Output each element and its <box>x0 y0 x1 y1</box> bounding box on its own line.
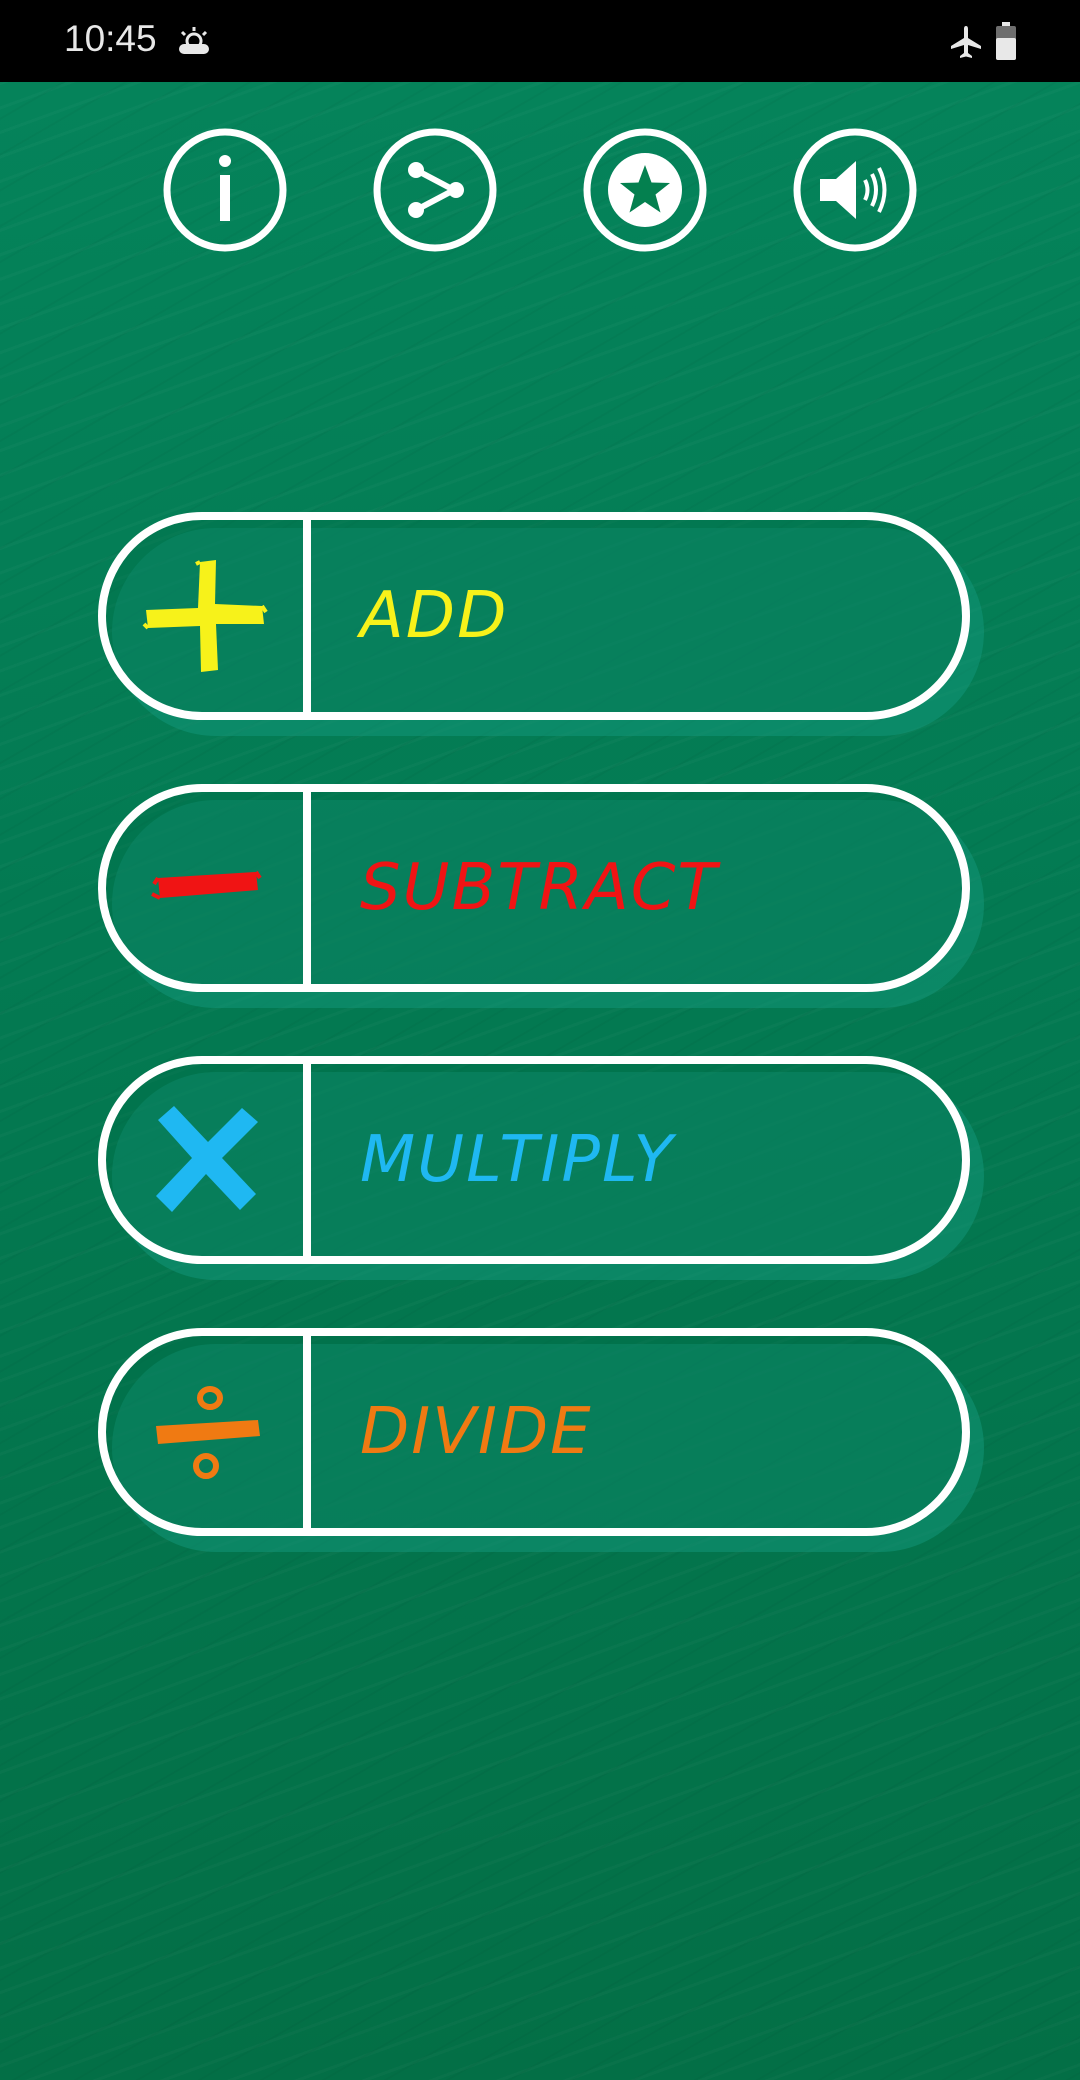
divide-icon <box>138 1362 278 1502</box>
multiply-button[interactable]: MULTIPLY <box>98 1056 984 1280</box>
button-divider <box>303 1056 311 1264</box>
multiply-icon <box>138 1090 278 1230</box>
plus-icon <box>138 546 278 686</box>
button-divider <box>303 1328 311 1536</box>
info-icon <box>163 128 287 252</box>
button-divider <box>303 512 311 720</box>
status-bar: 10:45 <box>0 0 1080 82</box>
status-time: 10:45 <box>64 18 157 59</box>
battery-icon <box>996 22 1016 60</box>
app-screen: 10:45 ADD SUBTRACT MULTIPLY DIVIDE <box>0 0 1080 2080</box>
share-icon <box>373 128 497 252</box>
info-button[interactable] <box>162 127 288 253</box>
divide-button[interactable]: DIVIDE <box>98 1328 984 1552</box>
subtract-label: SUBTRACT <box>360 851 719 925</box>
airplane-icon <box>948 24 984 60</box>
share-button[interactable] <box>372 127 498 253</box>
cloudy-sun-icon <box>176 24 212 60</box>
divide-label: DIVIDE <box>360 1395 593 1469</box>
multiply-label: MULTIPLY <box>360 1123 675 1197</box>
sound-button[interactable] <box>792 127 918 253</box>
volume-icon <box>793 128 917 252</box>
add-label: ADD <box>360 579 509 653</box>
button-divider <box>303 784 311 992</box>
subtract-button[interactable]: SUBTRACT <box>98 784 984 1008</box>
add-button[interactable]: ADD <box>98 512 984 736</box>
star-icon <box>583 128 707 252</box>
rate-button[interactable] <box>582 127 708 253</box>
minus-icon <box>138 818 278 958</box>
